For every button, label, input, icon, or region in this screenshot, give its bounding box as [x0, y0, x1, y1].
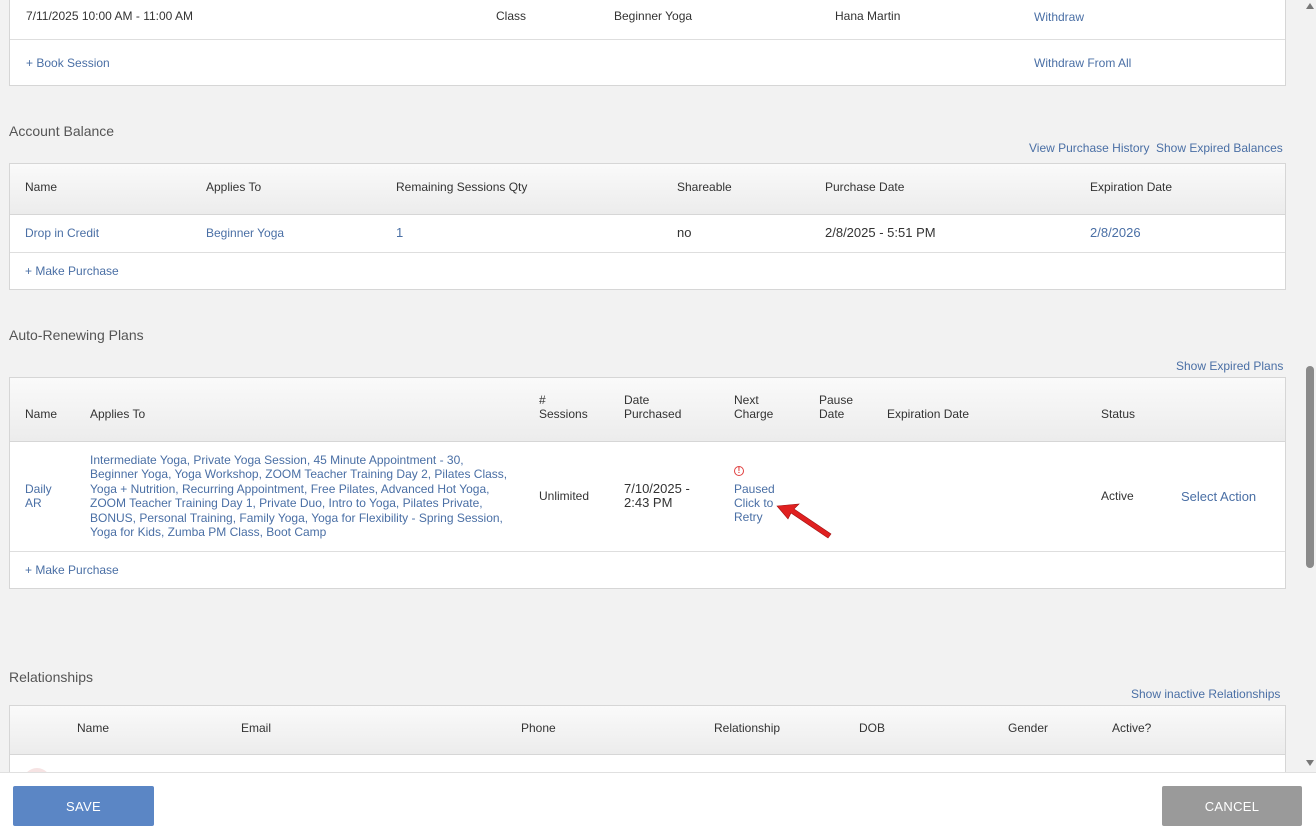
plan-name-link[interactable]: Daily AR: [25, 482, 65, 510]
column-header: Name: [25, 180, 58, 194]
column-header: Expiration Date: [1090, 180, 1173, 194]
session-name: Beginner Yoga: [614, 9, 693, 23]
divider: [10, 551, 1285, 552]
sessions-table: 7/11/2025 10:00 AM - 11:00 AM Class Begi…: [9, 0, 1286, 86]
table-header: Name Email Phone Relationship DOB Gender…: [10, 706, 1285, 755]
expiration-date-link[interactable]: 2/8/2026: [1090, 225, 1141, 240]
red-pointer-arrow-icon: [776, 503, 832, 539]
book-session-link[interactable]: + Book Session: [26, 56, 110, 70]
show-inactive-relationships-link[interactable]: Show inactive Relationships: [1131, 687, 1280, 701]
column-header-expiration-date: Expiration Date: [887, 407, 970, 421]
table-header: Name Applies To Remaining Sessions Qty S…: [10, 164, 1285, 215]
account-balance-table: Name Applies To Remaining Sessions Qty S…: [9, 163, 1286, 290]
relationships-table: Name Email Phone Relationship DOB Gender…: [9, 705, 1286, 772]
column-header-applies-to: Applies To: [90, 407, 146, 421]
column-header-date-purchased: Date: [624, 393, 650, 407]
balance-applies-to-link[interactable]: Beginner Yoga: [206, 226, 284, 240]
column-header-name: Name: [25, 407, 58, 421]
column-header-sessions: Sessions: [539, 407, 588, 421]
select-action-link[interactable]: Select Action: [1181, 489, 1256, 504]
table-header: Name Applies To # Sessions Date Purchase…: [10, 378, 1285, 442]
plan-status-value: Active: [1101, 489, 1134, 503]
column-header: Active?: [1112, 721, 1152, 735]
column-header: Name: [77, 721, 110, 735]
column-header-sessions: #: [539, 393, 546, 407]
column-header: DOB: [859, 721, 886, 735]
vertical-scrollbar[interactable]: [1304, 0, 1316, 772]
column-header-pause-date: Pause: [819, 393, 854, 407]
withdraw-link[interactable]: Withdraw: [1034, 10, 1084, 24]
divider: [10, 252, 1285, 253]
page-content: 7/11/2025 10:00 AM - 11:00 AM Class Begi…: [0, 0, 1304, 772]
column-header: Shareable: [677, 180, 732, 194]
make-purchase-link[interactable]: + Make Purchase: [25, 563, 119, 577]
show-expired-balances-link[interactable]: Show Expired Balances: [1156, 141, 1283, 155]
plan-sessions-value: Unlimited: [539, 489, 590, 503]
column-header: Purchase Date: [825, 180, 905, 194]
make-purchase-link[interactable]: + Make Purchase: [25, 264, 119, 278]
column-header: Email: [241, 721, 272, 735]
auto-renewing-plans-table: Name Applies To # Sessions Date Purchase…: [9, 377, 1286, 589]
cancel-button[interactable]: CANCEL: [1162, 786, 1302, 826]
column-header: Phone: [521, 721, 556, 735]
column-header-status: Status: [1101, 407, 1136, 421]
scrollbar-thumb[interactable]: [1306, 366, 1314, 568]
session-datetime: 7/11/2025 10:00 AM - 11:00 AM: [26, 9, 194, 23]
plan-applies-to-link[interactable]: Intermediate Yoga, Private Yoga Session,…: [90, 453, 508, 539]
save-button[interactable]: SAVE: [13, 786, 154, 826]
column-header: Gender: [1008, 721, 1049, 735]
divider: [10, 39, 1285, 40]
balance-name-link[interactable]: Drop in Credit: [25, 226, 99, 240]
scroll-up-icon[interactable]: [1306, 3, 1314, 9]
footer-bar: SAVE CANCEL: [0, 772, 1316, 837]
purchase-date-value: 2/8/2025 - 5:51 PM: [825, 225, 936, 240]
auto-renewing-plans-title: Auto-Renewing Plans: [9, 327, 144, 343]
withdraw-from-all-link[interactable]: Withdraw From All: [1034, 56, 1131, 70]
session-staff: Hana Martin: [835, 9, 901, 23]
column-header: Remaining Sessions Qty: [396, 180, 528, 194]
relationships-title: Relationships: [9, 669, 94, 685]
column-header: Applies To: [206, 180, 262, 194]
account-balance-title: Account Balance: [9, 123, 115, 139]
remaining-sessions-link[interactable]: 1: [396, 225, 403, 240]
shareable-value: no: [677, 225, 692, 240]
column-header-date-purchased: Purchased: [624, 407, 682, 421]
column-header: Relationship: [714, 721, 781, 735]
show-expired-plans-link[interactable]: Show Expired Plans: [1176, 359, 1283, 373]
session-type: Class: [496, 9, 527, 23]
column-header-next-charge: Next: [734, 393, 759, 407]
view-purchase-history-link[interactable]: View Purchase History: [1029, 141, 1150, 155]
alert-circle-icon: !: [734, 466, 744, 476]
column-header-pause-date: Date: [819, 407, 845, 421]
plan-date-purchased-value: 7/10/2025 - 2:43 PM: [624, 481, 690, 510]
scroll-down-icon[interactable]: [1306, 760, 1314, 766]
column-header-next-charge: Charge: [734, 407, 774, 421]
